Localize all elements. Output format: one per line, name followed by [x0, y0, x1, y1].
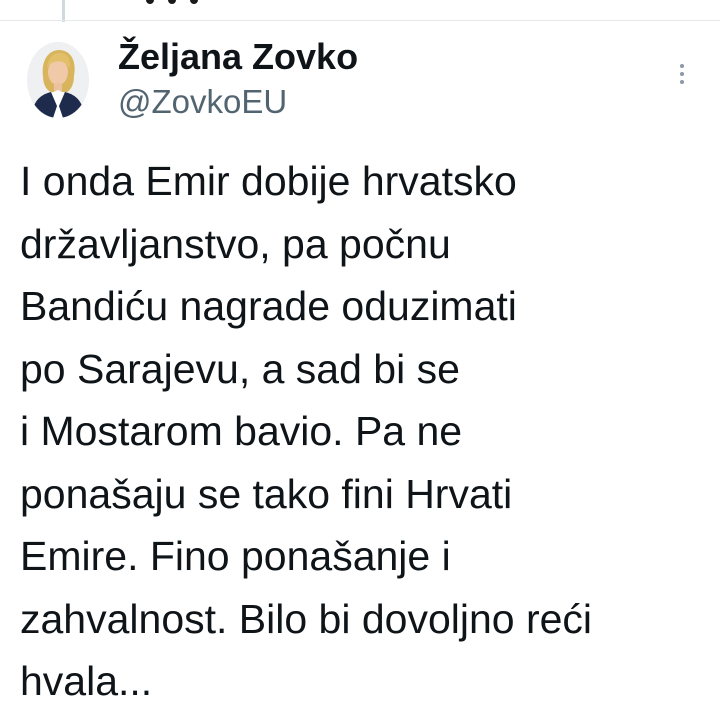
dot-icon [680, 64, 684, 68]
dot-icon [680, 80, 684, 84]
previous-tweet-edge [0, 0, 720, 20]
tweet-text-line: hvala... [20, 658, 153, 704]
author-name[interactable]: Željana Zovko [118, 35, 358, 79]
thread-connector-line [62, 0, 65, 22]
tweet-text-line: ponašaju se tako fini Hrvati [20, 470, 513, 517]
more-vertical-icon[interactable] [668, 58, 696, 90]
tweet-text-line: i Mostarom bavio. Pa ne [20, 408, 463, 454]
tweet-text-line: zahvalnost. Bilo bi dovoljno reći [20, 595, 593, 642]
previous-tweet-text-remnant [146, 0, 216, 4]
avatar[interactable] [27, 42, 89, 118]
dot-icon [680, 72, 684, 76]
profile-photo-icon [27, 42, 89, 118]
tweet-text-line: po Sarajevu, a sad bi se [20, 345, 460, 392]
tweet-text: I onda Emir dobije hrvatsko državljanstv… [20, 150, 710, 713]
author-handle[interactable]: @ZovkoEU [118, 82, 287, 122]
tweet-text-line: I onda Emir dobije hrvatsko [20, 158, 517, 204]
tweet-text-line: državljanstvo, pa počnu [20, 220, 451, 267]
tweet-text-line: Emire. Fino ponašanje i [20, 533, 451, 579]
divider [0, 20, 720, 21]
tweet-text-line: Bandiću nagrade oduzimati [20, 283, 517, 329]
